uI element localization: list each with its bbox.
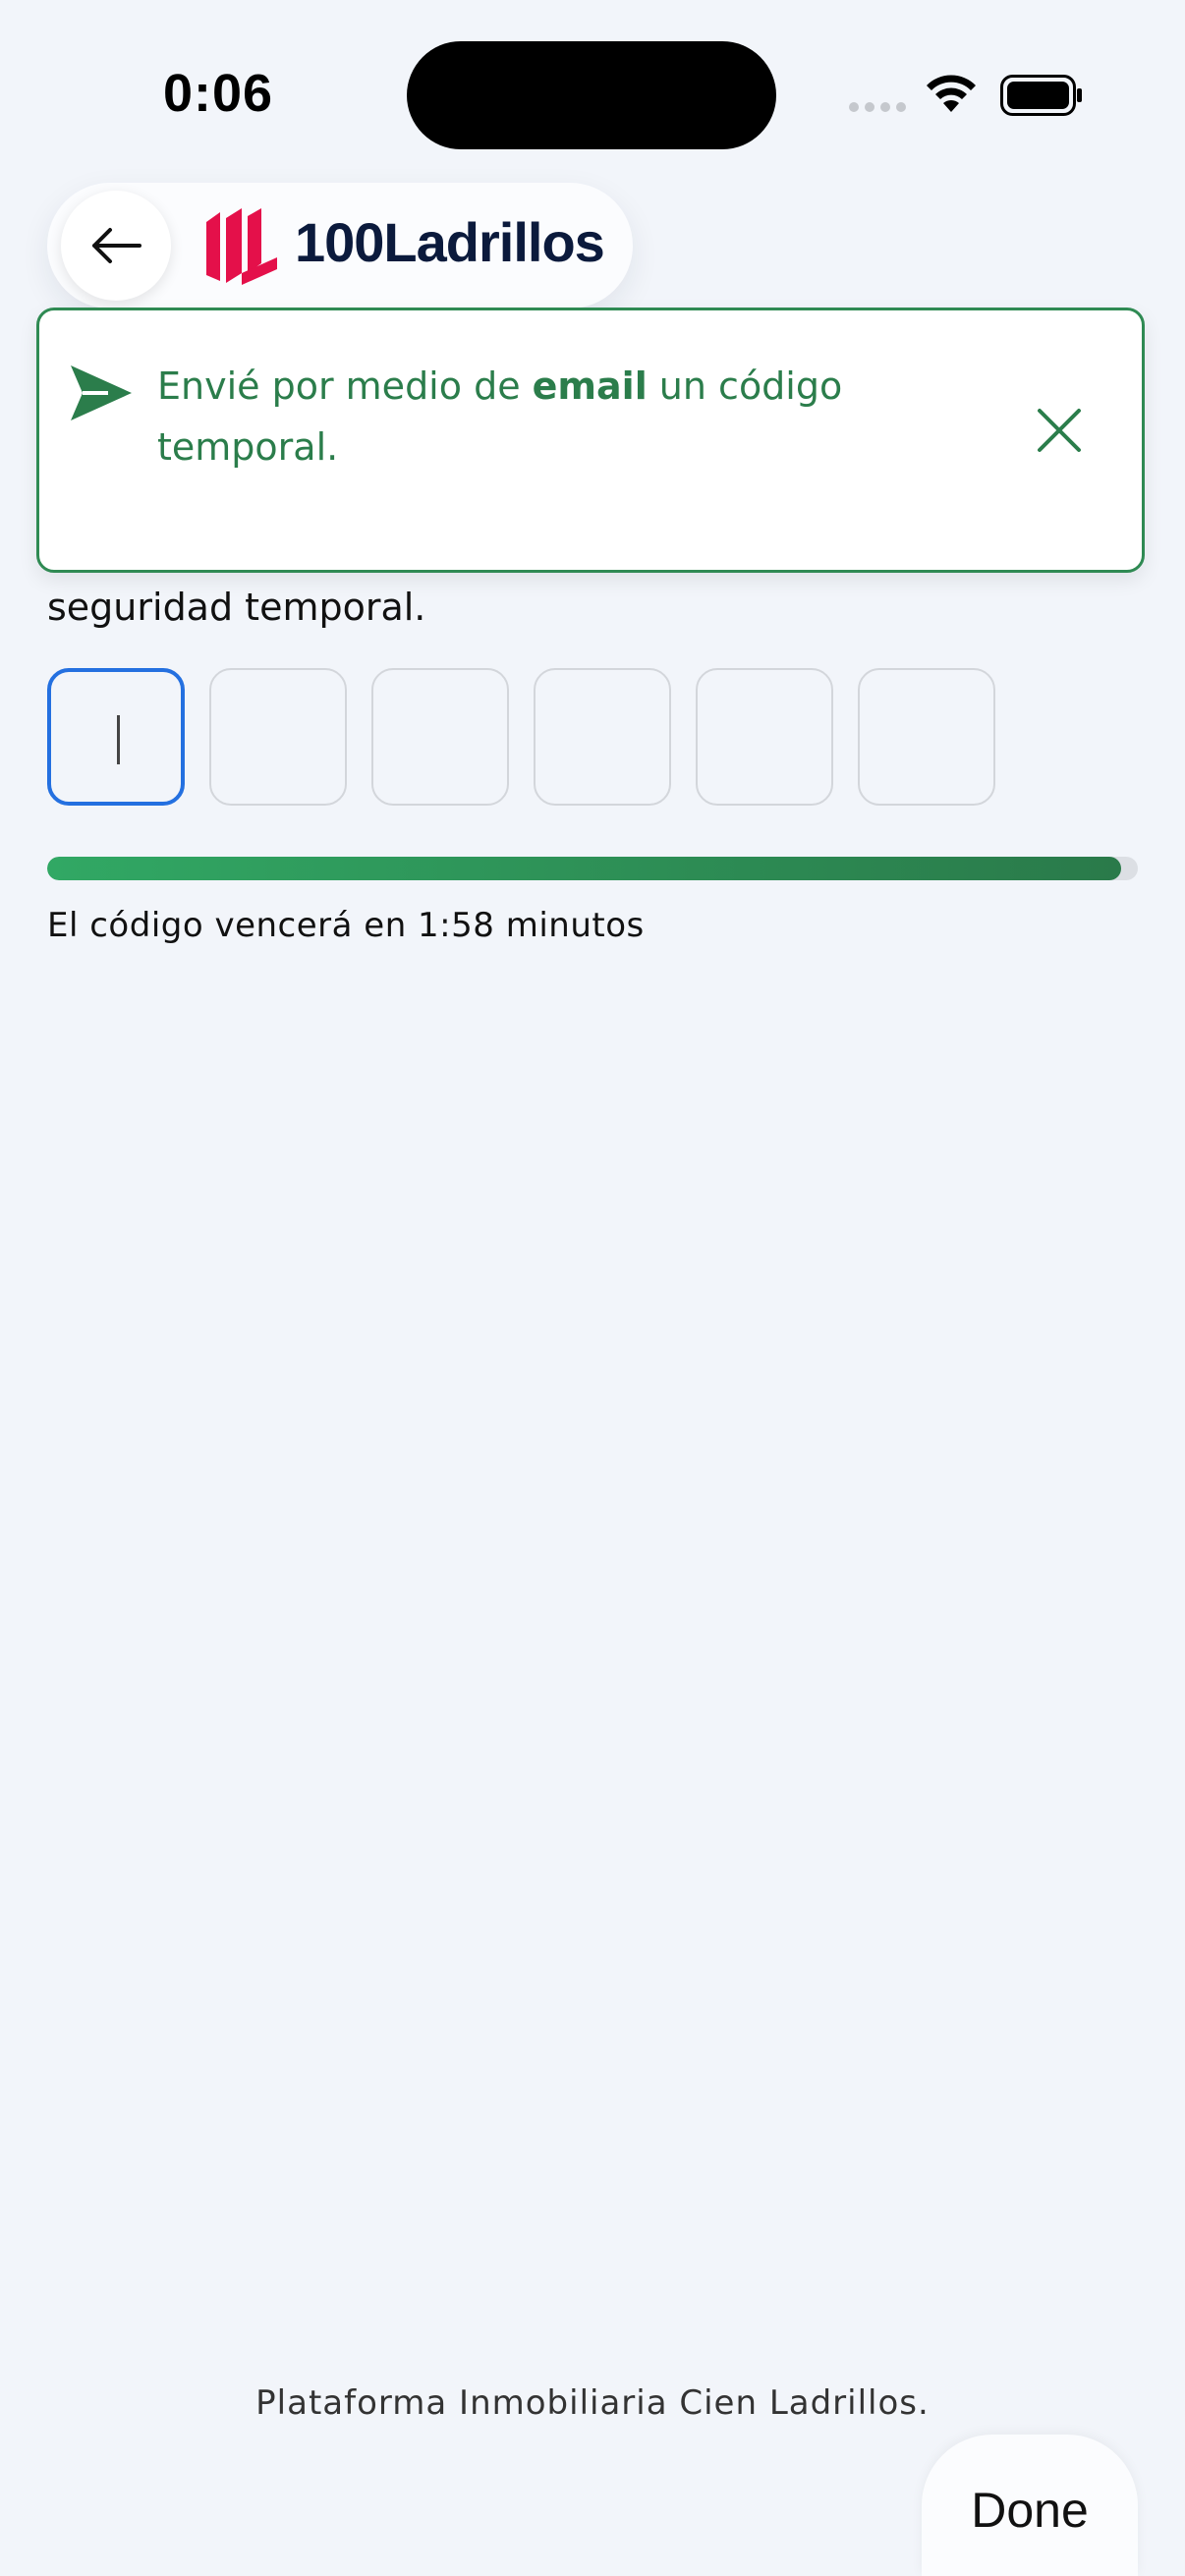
brand-logo-icon [206, 208, 277, 285]
toast-message: Envié por medio de email un código tempo… [157, 364, 843, 469]
toast-message-emphasis: email [532, 364, 648, 408]
code-expiry-text: El código vencerá en 1:58 minutos [47, 906, 645, 945]
status-time: 0:06 [163, 64, 274, 123]
otp-digit-3[interactable] [371, 668, 509, 806]
wifi-icon [927, 75, 976, 112]
header-bar: 100Ladrillos [47, 183, 633, 308]
arrow-left-icon [92, 228, 141, 263]
done-button[interactable]: Done [922, 2435, 1138, 2576]
otp-digit-2[interactable] [209, 668, 347, 806]
brand-name: 100Ladrillos [295, 211, 605, 273]
toast-close-button[interactable] [1032, 403, 1087, 458]
instruction-text: seguridad temporal. [47, 586, 426, 629]
otp-digit-1[interactable] [47, 668, 185, 806]
battery-icon [1000, 75, 1082, 116]
footer-text: Plataforma Inmobiliaria Cien Ladrillos. [255, 2383, 930, 2423]
otp-digit-6[interactable] [858, 668, 995, 806]
text-caret [117, 715, 120, 764]
dynamic-island [407, 41, 776, 149]
otp-digit-4[interactable] [534, 668, 671, 806]
close-icon [1038, 409, 1081, 452]
otp-digit-5[interactable] [696, 668, 833, 806]
back-button[interactable] [61, 191, 171, 301]
otp-input-group [47, 668, 995, 806]
paper-plane-icon [71, 365, 132, 420]
code-expiry-progress [47, 857, 1138, 880]
cellular-signal-icon [849, 102, 906, 112]
email-sent-toast: Envié por medio de email un código tempo… [36, 308, 1145, 573]
code-expiry-progress-fill [47, 857, 1122, 880]
